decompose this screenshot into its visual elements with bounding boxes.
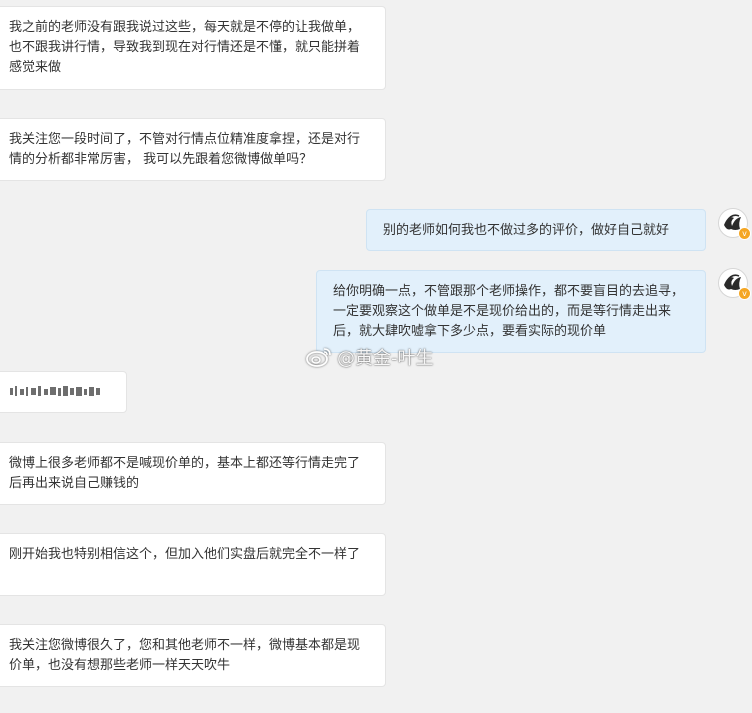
message-bubble-outgoing: 给你明确一点，不管跟那个老师操作，都不要盲目的去追寻，一定要观察这个做单是不是现… [316, 270, 706, 353]
message-bubble-incoming: 我之前的老师没有跟我说过这些，每天就是不停的让我做单，也不跟我讲行情，导致我到现… [0, 6, 386, 90]
message-text: 给你明确一点，不管跟那个老师操作，都不要盲目的去追寻，一定要观察这个做单是不是现… [333, 284, 685, 339]
message-text: 别的老师如何我也不做过多的评价，做好自己就好 [383, 223, 670, 238]
message-bubble-incoming: 刚开始我也特别相信这个，但加入他们实盘后就完全不一样了 [0, 533, 386, 596]
message-text: 我关注您一段时间了，不管对行情点位精准度拿捏，还是对行情的分析都非常厉害， 我可… [9, 132, 361, 167]
message-text: 微博上很多老师都不是喊现价单的，基本上都还等行情走完了后再出来说自己赚钱的 [9, 456, 361, 491]
message-text: 刚开始我也特别相信这个，但加入他们实盘后就完全不一样了 [9, 547, 361, 562]
avatar[interactable]: v [718, 268, 751, 300]
message-text: 我关注您微博很久了，您和其他老师不一样，微博基本都是现价单，也没有想那些老师一样… [9, 638, 361, 673]
message-bubble-incoming: 我关注您微博很久了，您和其他老师不一样，微博基本都是现价单，也没有想那些老师一样… [0, 624, 386, 687]
verified-badge-icon: v [738, 227, 751, 240]
avatar[interactable]: v [718, 208, 751, 240]
message-bubble-incoming: 我关注您一段时间了，不管对行情点位精准度拿捏，还是对行情的分析都非常厉害， 我可… [0, 118, 386, 181]
message-bubble-incoming: 微博上很多老师都不是喊现价单的，基本上都还等行情走完了后再出来说自己赚钱的 [0, 442, 386, 505]
message-bubble-outgoing: 别的老师如何我也不做过多的评价，做好自己就好 [366, 209, 706, 251]
redacted-text [10, 386, 100, 396]
verified-badge-icon: v [738, 287, 751, 300]
chat-conversation: 我之前的老师没有跟我说过这些，每天就是不停的让我做单，也不跟我讲行情，导致我到现… [0, 0, 752, 713]
message-text: 我之前的老师没有跟我说过这些，每天就是不停的让我做单，也不跟我讲行情，导致我到现… [9, 20, 361, 75]
